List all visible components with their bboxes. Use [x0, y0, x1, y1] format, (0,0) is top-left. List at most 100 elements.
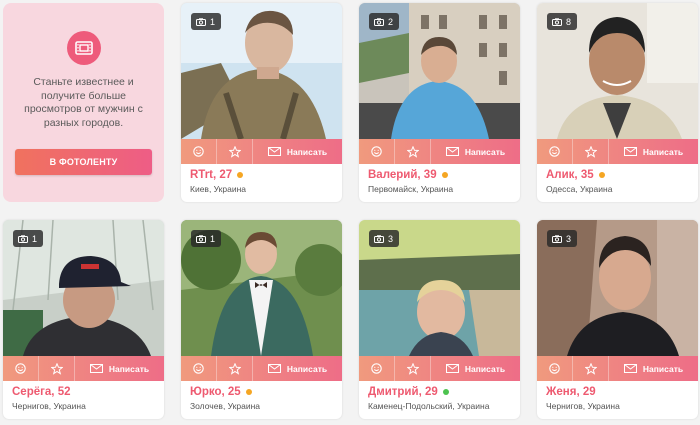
- favorite-button[interactable]: [217, 356, 253, 381]
- card-actions: Написать: [359, 356, 520, 381]
- profile-card[interactable]: 3 Написать Дмитрий, 29 Каменец-Подольски…: [359, 220, 520, 419]
- smile-button[interactable]: [359, 356, 395, 381]
- profile-city: Первомайск, Украина: [368, 184, 454, 194]
- photo-count-badge: 3: [547, 230, 578, 247]
- photo-count-badge: 3: [369, 230, 400, 247]
- promo-card: Станьте известнее и получите больше прос…: [3, 3, 164, 202]
- favorite-button[interactable]: [395, 139, 431, 164]
- profile-city: Золочев, Украина: [190, 401, 261, 411]
- smile-button[interactable]: [181, 356, 217, 381]
- favorite-button[interactable]: [573, 139, 609, 164]
- star-icon: [584, 362, 597, 375]
- camera-icon: [196, 17, 206, 26]
- write-label: Написать: [464, 363, 506, 374]
- star-icon: [584, 145, 597, 158]
- camera-icon: [374, 17, 384, 26]
- profiles-grid: Станьте известнее и получите больше прос…: [0, 0, 700, 425]
- mail-icon: [623, 364, 637, 373]
- photo-count: 1: [32, 233, 38, 244]
- photo-count-badge: 1: [191, 13, 222, 30]
- status-dot: [598, 172, 605, 178]
- profile-name[interactable]: Валерий, 39: [368, 169, 437, 181]
- smile-icon: [371, 146, 382, 157]
- photo-count-badge: 1: [13, 230, 44, 247]
- profile-card[interactable]: 8 Написать Алик, 35 Одесса, Украина: [537, 3, 698, 202]
- star-icon: [228, 145, 241, 158]
- profile-name[interactable]: Серёга, 52: [12, 386, 71, 398]
- mail-icon: [445, 364, 459, 373]
- card-actions: Написать: [537, 356, 698, 381]
- smile-button[interactable]: [181, 139, 217, 164]
- promo-text: Станьте известнее и получите больше прос…: [24, 76, 143, 129]
- profile-city: Чернигов, Украина: [546, 401, 620, 411]
- profile-city: Одесса, Украина: [546, 184, 613, 194]
- star-icon: [406, 145, 419, 158]
- mail-icon: [89, 364, 103, 373]
- camera-icon: [18, 234, 28, 243]
- write-button[interactable]: Написать: [75, 356, 164, 381]
- profile-name[interactable]: RTrt, 27: [190, 169, 232, 181]
- smile-icon: [193, 363, 204, 374]
- favorite-button[interactable]: [39, 356, 75, 381]
- write-label: Написать: [464, 146, 506, 157]
- profile-card[interactable]: 2 Написать Валерий, 39 Первомайск, Украи…: [359, 3, 520, 202]
- profile-name[interactable]: Дмитрий, 29: [368, 386, 438, 398]
- star-icon: [406, 362, 419, 375]
- profile-card[interactable]: 1 Написать Юрко, 25 Золочев, Украина: [181, 220, 342, 419]
- status-dot: [237, 172, 244, 178]
- star-icon: [50, 362, 63, 375]
- card-actions: Написать: [3, 356, 164, 381]
- smile-icon: [15, 363, 26, 374]
- profile-name[interactable]: Женя, 29: [546, 386, 596, 398]
- write-button[interactable]: Написать: [431, 356, 520, 381]
- status-dot: [441, 172, 448, 178]
- write-button[interactable]: Написать: [253, 139, 342, 164]
- photo-count: 3: [566, 233, 572, 244]
- profile-name[interactable]: Юрко, 25: [190, 386, 241, 398]
- favorite-button[interactable]: [573, 356, 609, 381]
- write-label: Написать: [286, 363, 328, 374]
- write-button[interactable]: Написать: [431, 139, 520, 164]
- photo-count: 1: [210, 233, 216, 244]
- photo-count-badge: 2: [369, 13, 400, 30]
- write-button[interactable]: Написать: [253, 356, 342, 381]
- smile-icon: [371, 363, 382, 374]
- photo-count: 8: [566, 16, 572, 27]
- profile-city: Чернигов, Украина: [12, 401, 86, 411]
- card-actions: Написать: [181, 139, 342, 164]
- film-icon: [66, 31, 101, 65]
- photo-count: 1: [210, 16, 216, 27]
- photo-count: 2: [388, 16, 394, 27]
- favorite-button[interactable]: [395, 356, 431, 381]
- smile-button[interactable]: [537, 356, 573, 381]
- write-label: Написать: [108, 363, 150, 374]
- smile-icon: [549, 363, 560, 374]
- mail-icon: [267, 147, 281, 156]
- status-dot: [442, 389, 449, 395]
- write-label: Написать: [642, 146, 684, 157]
- card-actions: Написать: [359, 139, 520, 164]
- write-label: Написать: [642, 363, 684, 374]
- smile-button[interactable]: [537, 139, 573, 164]
- smile-button[interactable]: [3, 356, 39, 381]
- status-dot: [245, 389, 252, 395]
- profile-name[interactable]: Алик, 35: [546, 169, 594, 181]
- profile-card[interactable]: 3 Написать Женя, 29 Чернигов, Украина: [537, 220, 698, 419]
- profile-card[interactable]: 1 Написать RTrt, 27 Киев, Украина: [181, 3, 342, 202]
- camera-icon: [374, 234, 384, 243]
- profile-city: Каменец-Подольский, Украина: [368, 401, 490, 411]
- photo-count-badge: 1: [191, 230, 222, 247]
- write-button[interactable]: Написать: [609, 139, 698, 164]
- profile-city: Киев, Украина: [190, 184, 247, 194]
- camera-icon: [196, 234, 206, 243]
- smile-icon: [193, 146, 204, 157]
- profile-card[interactable]: 1 Написать Серёга, 52 Чернигов, Украина: [3, 220, 164, 419]
- card-actions: Написать: [181, 356, 342, 381]
- star-icon: [228, 362, 241, 375]
- write-button[interactable]: Написать: [609, 356, 698, 381]
- smile-icon: [549, 146, 560, 157]
- smile-button[interactable]: [359, 139, 395, 164]
- write-label: Написать: [286, 146, 328, 157]
- favorite-button[interactable]: [217, 139, 253, 164]
- to-photofeed-button[interactable]: В ФОТОЛЕНТУ: [15, 149, 152, 175]
